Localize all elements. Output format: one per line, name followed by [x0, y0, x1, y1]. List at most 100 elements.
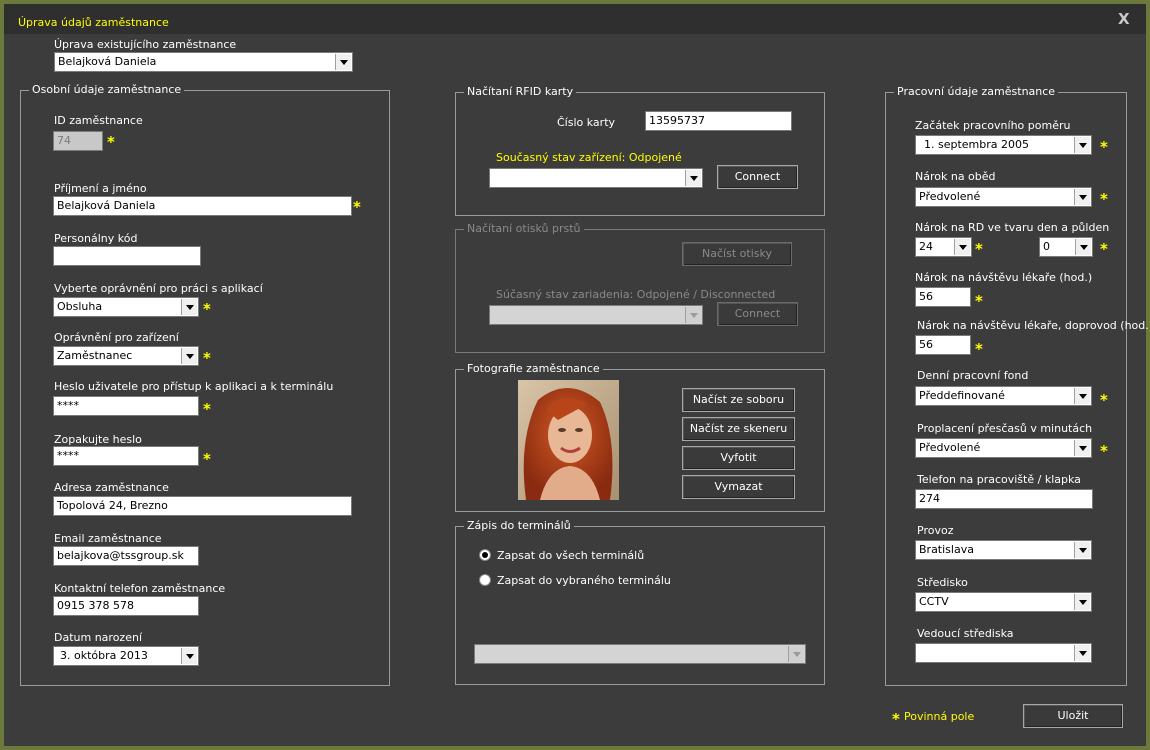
- overtime-value: Předvolené: [919, 441, 981, 454]
- chevron-down-icon[interactable]: [1074, 440, 1090, 456]
- required-star: *: [975, 240, 983, 258]
- personal-code-field[interactable]: [53, 246, 201, 266]
- chevron-down-icon[interactable]: [1074, 645, 1090, 661]
- employee-id-field: 74: [53, 131, 103, 151]
- fingerprint-status: Súčasný stav zariadenia: Odpojené / Disc…: [496, 288, 776, 301]
- doctor-visit-field[interactable]: 56: [915, 287, 971, 307]
- work-data-legend: Pracovní údaje zaměstnance: [894, 85, 1059, 98]
- device-permission-value: Zaměstnanec: [57, 349, 133, 362]
- chevron-down-icon[interactable]: [335, 54, 351, 70]
- employment-start-picker[interactable]: 1. septembra 2005: [915, 135, 1092, 155]
- chevron-down-icon[interactable]: [1075, 239, 1091, 255]
- doctor-visit-label: Nárok na návštěvu lékaře (hod.): [915, 271, 1093, 284]
- rfid-device-select[interactable]: [489, 168, 703, 188]
- doctor-escort-field[interactable]: 56: [915, 335, 971, 355]
- chevron-down-icon[interactable]: [1074, 594, 1090, 610]
- birth-date-value: 3. októbra 2013: [60, 649, 148, 662]
- close-icon[interactable]: X: [1118, 10, 1130, 28]
- rfid-legend: Načítaní RFID karty: [464, 85, 577, 98]
- required-fields-legend: Povinná pole: [904, 710, 975, 723]
- lunch-label: Nárok na oběd: [915, 170, 996, 183]
- card-number-field[interactable]: 13595737: [645, 111, 792, 131]
- load-fingerprints-button[interactable]: Načíst otisky: [682, 242, 792, 266]
- center-head-select[interactable]: [915, 643, 1092, 663]
- required-star: *: [203, 300, 211, 318]
- password-repeat-label: Zopakujte heslo: [54, 433, 142, 446]
- password-field[interactable]: ****: [53, 396, 199, 416]
- daily-fund-select[interactable]: Předdefinované: [915, 386, 1092, 406]
- required-star: *: [892, 710, 900, 728]
- required-star: *: [975, 340, 983, 358]
- required-star: *: [353, 198, 361, 216]
- address-field[interactable]: Topolová 24, Brezno: [53, 496, 352, 516]
- device-permission-label: Oprávnění pro zařízení: [54, 331, 179, 344]
- address-label: Adresa zaměstnance: [54, 481, 169, 494]
- chevron-down-icon[interactable]: [181, 348, 197, 364]
- leave-halfdays-select[interactable]: 0: [1039, 237, 1093, 257]
- required-star: *: [1100, 391, 1108, 409]
- center-head-label: Vedoucí střediska: [917, 627, 1014, 640]
- employee-photo: [518, 380, 619, 500]
- terminal-select[interactable]: [474, 644, 806, 664]
- rfid-connect-button[interactable]: Connect: [717, 165, 798, 189]
- take-photo-button[interactable]: Vyfotit: [682, 446, 795, 470]
- birth-date-label: Datum narození: [54, 631, 142, 644]
- photo-legend: Fotografie zaměstnance: [464, 362, 603, 375]
- employee-select-value: Belajková Daniela: [58, 55, 157, 68]
- fingerprint-device-select[interactable]: [489, 305, 703, 325]
- lunch-value: Předvolené: [919, 190, 981, 203]
- chevron-down-icon[interactable]: [1074, 189, 1090, 205]
- chevron-down-icon[interactable]: [685, 170, 701, 186]
- chevron-down-icon[interactable]: [181, 299, 197, 315]
- daily-fund-value: Předdefinované: [919, 389, 1005, 402]
- chevron-down-icon[interactable]: [954, 239, 970, 255]
- device-permission-select[interactable]: Zaměstnanec: [53, 346, 199, 366]
- operation-label: Provoz: [917, 524, 954, 537]
- app-permission-select[interactable]: Obsluha: [53, 297, 199, 317]
- chevron-down-icon[interactable]: [685, 307, 701, 323]
- chevron-down-icon[interactable]: [1074, 388, 1090, 404]
- employment-start-label: Začátek pracovního poměru: [915, 119, 1071, 132]
- edit-existing-label: Úprava existujícího zaměstnance: [54, 38, 237, 51]
- fingerprint-connect-button[interactable]: Connect: [717, 302, 798, 326]
- employee-id-label: ID zaměstnance: [54, 114, 143, 127]
- personal-data-legend: Osobní údaje zaměstnance: [29, 83, 185, 96]
- center-select[interactable]: CCTV: [915, 592, 1092, 612]
- terminals-legend: Zápis do terminálů: [464, 519, 574, 532]
- chevron-down-icon[interactable]: [1074, 542, 1090, 558]
- delete-photo-button[interactable]: Vymazat: [682, 475, 795, 499]
- save-button[interactable]: Uložit: [1023, 704, 1123, 728]
- window-title: Úprava údajů zaměstnance: [18, 16, 169, 29]
- employee-select[interactable]: Belajková Daniela: [54, 52, 353, 72]
- password-repeat-field[interactable]: ****: [53, 446, 199, 466]
- chevron-down-icon[interactable]: [788, 646, 804, 662]
- employment-start-value: 1. septembra 2005: [924, 138, 1030, 151]
- overtime-select[interactable]: Předvolené: [915, 438, 1092, 458]
- operation-select[interactable]: Bratislava: [915, 540, 1092, 560]
- write-selected-radio[interactable]: [479, 574, 491, 586]
- doctor-escort-label: Nárok na návštěvu lékaře, doprovod (hod.…: [917, 319, 1150, 332]
- birth-date-picker[interactable]: 3. októbra 2013: [53, 646, 199, 666]
- work-phone-label: Telefon na pracoviště / klapka: [917, 473, 1081, 486]
- write-selected-label: Zapsat do vybraného terminálu: [497, 574, 671, 587]
- chevron-down-icon[interactable]: [181, 648, 197, 664]
- phone-label: Kontaktní telefon zaměstnance: [54, 582, 226, 595]
- required-star: *: [1100, 240, 1108, 258]
- lunch-select[interactable]: Předvolené: [915, 187, 1092, 207]
- load-from-file-button[interactable]: Načíst ze soboru: [682, 388, 795, 412]
- required-star: *: [1100, 190, 1108, 208]
- operation-value: Bratislava: [919, 543, 974, 556]
- chevron-down-icon[interactable]: [1074, 137, 1090, 153]
- daily-fund-label: Denní pracovní fond: [917, 369, 1029, 382]
- title-bar[interactable]: Úprava údajů zaměstnance X: [4, 4, 1146, 34]
- leave-days-select[interactable]: 24: [915, 237, 972, 257]
- phone-field[interactable]: 0915 378 578: [53, 596, 199, 616]
- required-star: *: [203, 349, 211, 367]
- full-name-field[interactable]: Belajková Daniela: [53, 196, 352, 216]
- write-all-radio[interactable]: [479, 549, 491, 561]
- email-field[interactable]: belajkova@tssgroup.sk: [53, 546, 199, 566]
- password-label: Heslo uživatele pro přístup k aplikaci a…: [54, 380, 334, 393]
- fingerprint-legend: Načítaní otisků prstů: [464, 222, 584, 235]
- load-from-scanner-button[interactable]: Načíst ze skeneru: [682, 417, 795, 441]
- work-phone-field[interactable]: 274: [915, 489, 1093, 509]
